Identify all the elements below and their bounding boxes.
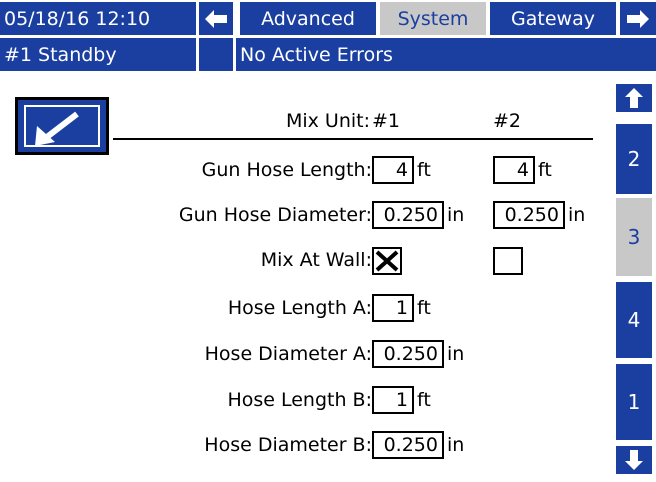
row-label-mix-at-wall: Mix At Wall:: [260, 249, 372, 271]
error-status: No Active Errors: [236, 38, 656, 71]
tab-advanced[interactable]: Advanced: [240, 2, 376, 35]
hose-length-b-field[interactable]: 1: [372, 386, 414, 414]
row-label-hose-length-b: Hose Length B:: [227, 389, 372, 411]
page-2-button[interactable]: 2: [616, 124, 652, 194]
edit-button[interactable]: [15, 97, 109, 155]
row-label-hose-diameter-a: Hose Diameter A:: [204, 343, 372, 365]
edit-arrow-icon: [35, 111, 79, 146]
row-label-hose-diameter-b: Hose Diameter B:: [204, 434, 372, 456]
hose-length-b-unit: ft: [417, 389, 431, 411]
gun-hose-diameter-unit2-unit: in: [568, 204, 586, 226]
scroll-up-button[interactable]: [616, 84, 652, 112]
header-divider: [113, 138, 593, 140]
up-arrow-icon: [625, 88, 643, 108]
gun-hose-diameter-unit1-field[interactable]: 0.250: [372, 201, 444, 229]
status-spacer: [199, 38, 233, 71]
hose-diameter-b-field[interactable]: 0.250: [372, 431, 444, 459]
next-screen-button[interactable]: [620, 2, 656, 35]
page-4-button[interactable]: 4: [616, 282, 652, 358]
down-arrow-icon: [625, 450, 643, 470]
datetime: 05/18/16 12:10: [0, 2, 196, 35]
hose-diameter-a-field[interactable]: 0.250: [372, 340, 444, 368]
tab-gateway[interactable]: Gateway: [490, 2, 616, 35]
gun-hose-diameter-unit2-field[interactable]: 0.250: [493, 201, 565, 229]
row-label-gun-hose-diameter: Gun Hose Diameter:: [178, 204, 372, 226]
gun-hose-length-unit1-unit: ft: [417, 159, 431, 181]
unit-status: #1 Standby: [0, 38, 196, 71]
unit2-header: #2: [493, 110, 522, 132]
left-arrow-icon: [205, 9, 227, 28]
row-label-gun-hose-length: Gun Hose Length:: [201, 159, 372, 181]
hose-diameter-b-unit: in: [447, 434, 465, 456]
mix-at-wall-unit1-checkbox[interactable]: [372, 247, 402, 275]
right-arrow-icon: [627, 9, 649, 28]
tab-system[interactable]: System: [380, 2, 486, 35]
mix-unit-label: Mix Unit:: [285, 110, 370, 132]
hose-length-a-field[interactable]: 1: [372, 294, 414, 322]
page-1-button[interactable]: 1: [616, 364, 652, 440]
scroll-down-button[interactable]: [616, 446, 652, 474]
gun-hose-length-unit1-field[interactable]: 4: [372, 156, 414, 184]
checkmark-x-icon: [375, 250, 399, 272]
gun-hose-diameter-unit1-unit: in: [447, 204, 465, 226]
unit1-header: #1: [372, 110, 401, 132]
prev-screen-button[interactable]: [199, 2, 233, 35]
hose-length-a-unit: ft: [417, 297, 431, 319]
mix-at-wall-unit2-checkbox[interactable]: [493, 247, 523, 275]
page-3-button[interactable]: 3: [616, 198, 652, 276]
gun-hose-length-unit2-unit: ft: [538, 159, 552, 181]
gun-hose-length-unit2-field[interactable]: 4: [493, 156, 535, 184]
hose-diameter-a-unit: in: [447, 343, 465, 365]
row-label-hose-length-a: Hose Length A:: [227, 297, 372, 319]
